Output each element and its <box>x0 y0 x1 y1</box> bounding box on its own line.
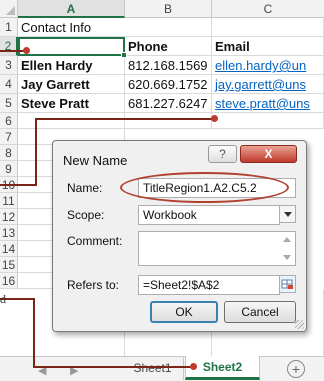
callout-dot-cell-c5 <box>211 115 218 122</box>
row-header-1[interactable]: 1 <box>0 18 18 37</box>
cancel-button[interactable]: Cancel <box>224 301 296 323</box>
callout-line-bottom-vertical <box>33 298 35 368</box>
row-header-7[interactable]: 7 <box>0 129 18 145</box>
callout-line-middle-lead <box>0 184 37 186</box>
ok-button[interactable]: OK <box>150 301 218 323</box>
name-highlight-oval <box>120 172 289 203</box>
comment-field[interactable] <box>138 231 296 266</box>
row-header-13[interactable]: 13 <box>0 225 18 241</box>
column-header-c[interactable]: C <box>212 0 324 18</box>
name-label: Name: <box>67 181 103 195</box>
callout-line-middle-vertical <box>35 118 37 186</box>
comment-scrollbar[interactable] <box>279 231 296 266</box>
row-header-2[interactable]: 2 <box>0 37 18 56</box>
scroll-down-icon[interactable] <box>283 255 291 260</box>
row-header-14[interactable]: 14 <box>0 241 18 257</box>
chevron-down-icon[interactable] <box>279 205 296 223</box>
row-header-4[interactable]: 4 <box>0 75 18 94</box>
cell-b1[interactable] <box>125 18 212 37</box>
new-name-dialog: New Name ? X Name: TitleRegion1.A2.C5.2 … <box>52 140 307 332</box>
select-all-corner[interactable] <box>0 0 18 18</box>
cell-b2[interactable]: Phone <box>125 37 212 56</box>
range-picker-button[interactable] <box>279 275 296 293</box>
callout-dot-cell-a2 <box>23 47 30 54</box>
refers-to-label: Refers to: <box>67 278 120 292</box>
cell-a1[interactable]: Contact Info <box>18 18 125 37</box>
range-picker-icon <box>281 279 293 289</box>
row-header-16[interactable]: 16 <box>0 273 18 289</box>
select-all-triangle-icon <box>6 6 15 15</box>
cell-a4[interactable]: Jay Garrett <box>18 75 125 94</box>
sheet-tab-bar: ◀ ▶ Sheet1 Sheet2 + <box>0 356 324 381</box>
row-header-11[interactable]: 11 <box>0 193 18 209</box>
cell-c2[interactable]: Email <box>212 37 324 56</box>
fill-handle[interactable] <box>121 52 127 58</box>
cell-b6[interactable] <box>125 113 212 129</box>
comment-label: Comment: <box>67 234 123 248</box>
scope-label: Scope: <box>67 208 105 222</box>
scope-select[interactable]: Workbook <box>138 205 280 225</box>
row-header-8[interactable]: 8 <box>0 145 18 161</box>
help-button[interactable]: ? <box>208 145 237 163</box>
close-button[interactable]: X <box>240 145 297 163</box>
callout-line-bottom-horizontal <box>33 366 191 368</box>
callout-line-middle-horizontal <box>35 118 213 120</box>
row-header-3[interactable]: 3 <box>0 56 18 75</box>
active-cell-outline <box>18 37 125 56</box>
row-header-9[interactable]: 9 <box>0 161 18 177</box>
cell-a3[interactable]: Ellen Hardy <box>18 56 125 75</box>
refers-to-field[interactable]: =Sheet2!$A$2 <box>138 275 280 295</box>
cell-c5[interactable]: steve.pratt@uns <box>212 94 324 113</box>
column-header-a[interactable]: A <box>18 0 125 18</box>
callout-dot-tab-sheet2 <box>190 363 197 370</box>
row-header-12[interactable]: 12 <box>0 209 18 225</box>
cell-a5[interactable]: Steve Pratt <box>18 94 125 113</box>
row-header-6[interactable]: 6 <box>0 113 18 129</box>
cell-c3[interactable]: ellen.hardy@un <box>212 56 324 75</box>
callout-line-top <box>0 50 25 52</box>
cell-c4[interactable]: jay.garrett@uns <box>212 75 324 94</box>
cell-c6[interactable] <box>212 113 324 129</box>
cell-b3[interactable]: 812.168.1569 <box>125 56 212 75</box>
column-header-b[interactable]: B <box>125 0 212 18</box>
cell-c1[interactable] <box>212 18 324 37</box>
dialog-title: New Name <box>63 153 128 168</box>
add-sheet-button[interactable]: + <box>287 360 305 378</box>
excel-window: A B C 1 2 3 4 5 6 7 8 9 10 11 12 13 14 1… <box>0 0 324 381</box>
cell-b5[interactable]: 681.227.6247 <box>125 94 212 113</box>
tab-sheet1[interactable]: Sheet1 <box>122 357 184 380</box>
cell-b4[interactable]: 620.669.1752 <box>125 75 212 94</box>
callout-label: d <box>0 292 6 306</box>
scroll-up-icon[interactable] <box>283 237 291 242</box>
resize-grip-icon[interactable] <box>295 320 304 329</box>
row-header-15[interactable]: 15 <box>0 257 18 273</box>
row-header-5[interactable]: 5 <box>0 94 18 113</box>
